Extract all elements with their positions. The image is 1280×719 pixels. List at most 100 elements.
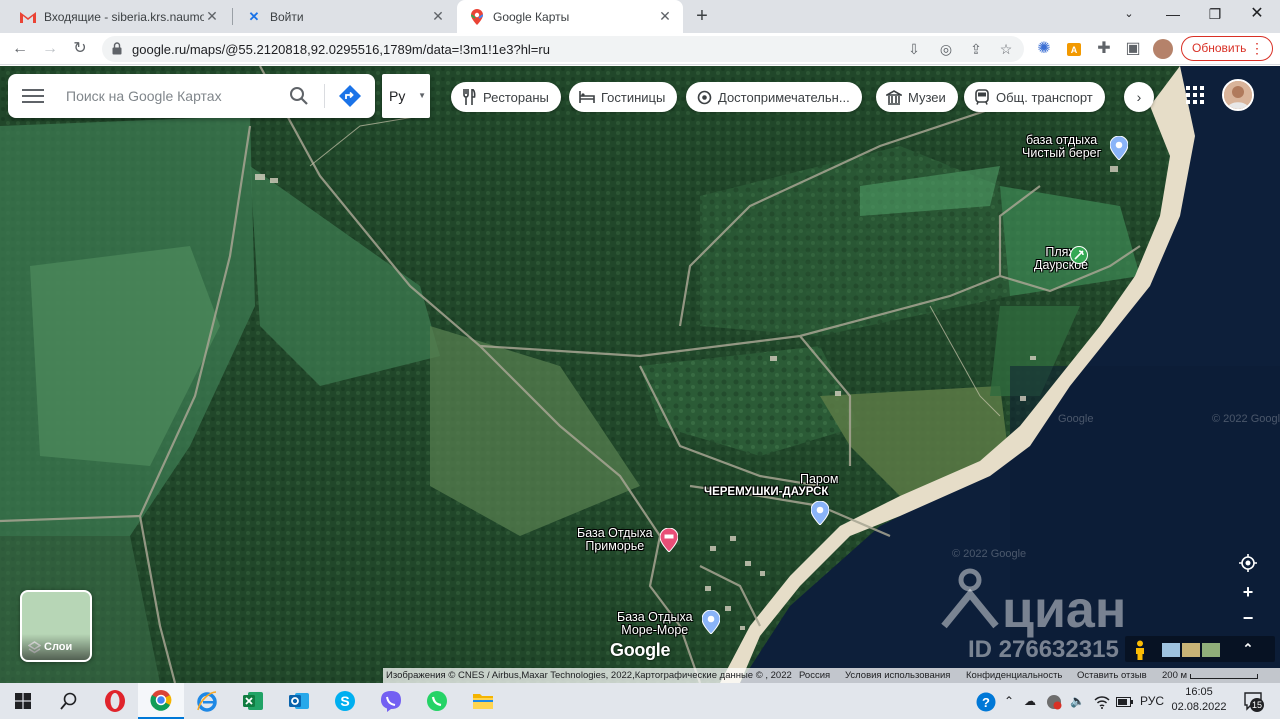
place-label-chisty-bereg[interactable]: база отдыха Чистый берег bbox=[1022, 134, 1101, 160]
more-vert-icon[interactable]: ⋮ bbox=[1250, 37, 1264, 60]
skype-icon[interactable]: S bbox=[322, 683, 368, 719]
chip-museums[interactable]: Музеи bbox=[876, 82, 958, 112]
back-arrow-icon[interactable]: ← bbox=[8, 37, 32, 61]
file-explorer-icon[interactable] bbox=[460, 683, 506, 719]
viber-icon[interactable] bbox=[368, 683, 414, 719]
map-canvas[interactable]: © 2022 Google © 2022 Google Google циан … bbox=[0, 66, 1280, 683]
profile-avatar[interactable] bbox=[1151, 37, 1175, 61]
eye-off-icon[interactable]: ◎ bbox=[934, 37, 958, 61]
antivirus-icon[interactable] bbox=[1046, 683, 1062, 719]
tab-title: Войти bbox=[270, 9, 304, 24]
place-label-primorye[interactable]: База Отдыха Приморье bbox=[577, 527, 653, 553]
feedback-link[interactable]: Оставить отзыв bbox=[1077, 668, 1147, 683]
battery-icon[interactable] bbox=[1116, 683, 1134, 719]
hotel-pin-icon[interactable] bbox=[660, 528, 678, 552]
my-location-icon[interactable] bbox=[1238, 553, 1258, 573]
extension-snowflake-icon[interactable]: ✺ bbox=[1032, 37, 1056, 61]
chip-hotels[interactable]: Гостиницы bbox=[569, 82, 678, 112]
chip-attractions[interactable]: Достопримечательн... bbox=[686, 82, 862, 112]
chip-label: Гостиницы bbox=[601, 89, 666, 105]
zoom-out-button[interactable]: − bbox=[1236, 606, 1260, 630]
account-avatar[interactable] bbox=[1222, 79, 1254, 111]
forward-arrow-icon[interactable]: → bbox=[38, 37, 62, 61]
gmail-icon bbox=[20, 9, 36, 25]
reload-icon[interactable]: ↻ bbox=[68, 37, 92, 61]
outlook-icon[interactable] bbox=[276, 683, 322, 719]
browser-toolbar: ← → ↻ google.ru/maps/@55.2120818,92.0295… bbox=[0, 33, 1280, 65]
extensions-puzzle-icon[interactable]: ✚ bbox=[1092, 37, 1116, 61]
search-icon[interactable] bbox=[46, 683, 92, 719]
opera-icon[interactable] bbox=[92, 683, 138, 719]
search-icon[interactable] bbox=[288, 85, 310, 107]
hotel-icon bbox=[579, 89, 595, 105]
privacy-link[interactable]: Конфиденциальность bbox=[966, 668, 1062, 683]
browser-tab-strip: Входящие - siberia.krs.naumovic ✕ ✕ Войт… bbox=[0, 0, 1280, 33]
extension-orange-icon[interactable]: A bbox=[1062, 37, 1086, 61]
scale-label[interactable]: 200 м bbox=[1162, 668, 1187, 683]
chip-label: Рестораны bbox=[483, 89, 549, 105]
install-icon[interactable]: ⇩ bbox=[902, 37, 926, 61]
chip-restaurants[interactable]: Рестораны bbox=[451, 82, 561, 112]
bookmark-star-icon[interactable]: ☆ bbox=[994, 37, 1018, 61]
whatsapp-icon[interactable] bbox=[414, 683, 460, 719]
place-label-more-more[interactable]: База Отдыха Море-Море bbox=[617, 611, 693, 637]
tab-search-icon[interactable]: ⌄ bbox=[1106, 0, 1152, 28]
minimize-button[interactable]: — bbox=[1150, 0, 1196, 28]
close-icon[interactable]: ✕ bbox=[657, 8, 673, 25]
expand-up-icon[interactable]: ⌃ bbox=[1236, 637, 1260, 661]
search-input[interactable] bbox=[66, 84, 276, 108]
directions-icon[interactable] bbox=[338, 84, 362, 108]
terms-link[interactable]: Условия использования bbox=[845, 668, 950, 683]
place-pin-icon[interactable] bbox=[1110, 136, 1128, 160]
close-icon[interactable]: ✕ bbox=[204, 8, 220, 25]
thumbnail-icon[interactable] bbox=[1182, 643, 1200, 657]
chrome-icon[interactable] bbox=[138, 683, 184, 719]
pegman-icon[interactable] bbox=[1133, 640, 1147, 660]
tab-gmail[interactable]: Входящие - siberia.krs.naumovic ✕ bbox=[8, 0, 230, 33]
system-clock[interactable]: 16:05 02.08.2022 bbox=[1170, 685, 1228, 715]
zoom-in-button[interactable]: + bbox=[1236, 580, 1260, 604]
close-window-button[interactable]: ✕ bbox=[1234, 0, 1280, 28]
chip-transit[interactable]: Общ. транспорт bbox=[964, 82, 1105, 112]
cloud-sync-icon[interactable]: ☁ bbox=[1024, 683, 1036, 719]
beach-pin-icon[interactable] bbox=[1070, 246, 1088, 264]
place-pin-icon[interactable] bbox=[702, 610, 720, 634]
help-icon[interactable]: ? bbox=[976, 683, 996, 719]
restore-button[interactable]: ❐ bbox=[1192, 0, 1238, 28]
volume-icon[interactable]: 🔈 bbox=[1070, 683, 1085, 719]
internet-explorer-icon[interactable] bbox=[184, 683, 230, 719]
address-bar[interactable]: google.ru/maps/@55.2120818,92.0295516,17… bbox=[102, 36, 1024, 62]
copyright-overlay: © 2022 Google bbox=[952, 548, 1027, 560]
share-icon[interactable]: ⇪ bbox=[964, 37, 988, 61]
apps-grid-icon[interactable] bbox=[1186, 86, 1204, 104]
place-label-parom[interactable]: Паром bbox=[800, 473, 838, 486]
menu-icon[interactable] bbox=[22, 86, 44, 106]
new-tab-button[interactable]: + bbox=[690, 4, 714, 28]
notification-center-icon[interactable]: 15 bbox=[1243, 691, 1265, 712]
thumbnail-icon[interactable] bbox=[1162, 643, 1180, 657]
language-select[interactable]: Ру ▼ bbox=[382, 74, 430, 118]
imagery-thumbnails[interactable] bbox=[1162, 643, 1220, 657]
attraction-icon bbox=[696, 89, 712, 105]
close-icon[interactable]: ✕ bbox=[430, 8, 446, 25]
url-text[interactable]: google.ru/maps/@55.2120818,92.0295516,17… bbox=[132, 42, 550, 57]
attribution-bar: Изображения © CNES / Airbus,Maxar Techno… bbox=[383, 668, 1280, 683]
chip-label: Общ. транспорт bbox=[996, 89, 1093, 105]
lock-icon[interactable] bbox=[112, 42, 122, 55]
update-chrome-button[interactable]: Обновить ⋮ bbox=[1181, 36, 1273, 61]
ferry-pin-icon[interactable] bbox=[811, 501, 829, 525]
side-panel-icon[interactable]: ▣ bbox=[1121, 37, 1145, 61]
tray-expand-icon[interactable]: ⌃ bbox=[1004, 683, 1014, 719]
place-name: Чистый берег bbox=[1022, 146, 1102, 160]
start-button[interactable] bbox=[0, 683, 46, 719]
chevron-right-icon[interactable]: › bbox=[1124, 82, 1154, 112]
excel-icon[interactable] bbox=[230, 683, 276, 719]
wifi-icon[interactable] bbox=[1094, 683, 1110, 719]
tab-google-maps[interactable]: Google Карты ✕ bbox=[457, 0, 683, 33]
watermark-brand: циан bbox=[1002, 581, 1127, 639]
country-link[interactable]: Россия bbox=[799, 668, 830, 683]
input-language[interactable]: РУС bbox=[1140, 683, 1164, 719]
layers-button[interactable]: Слои bbox=[20, 590, 92, 662]
tab-login[interactable]: ✕ Войти ✕ bbox=[234, 0, 456, 33]
thumbnail-icon[interactable] bbox=[1202, 643, 1220, 657]
